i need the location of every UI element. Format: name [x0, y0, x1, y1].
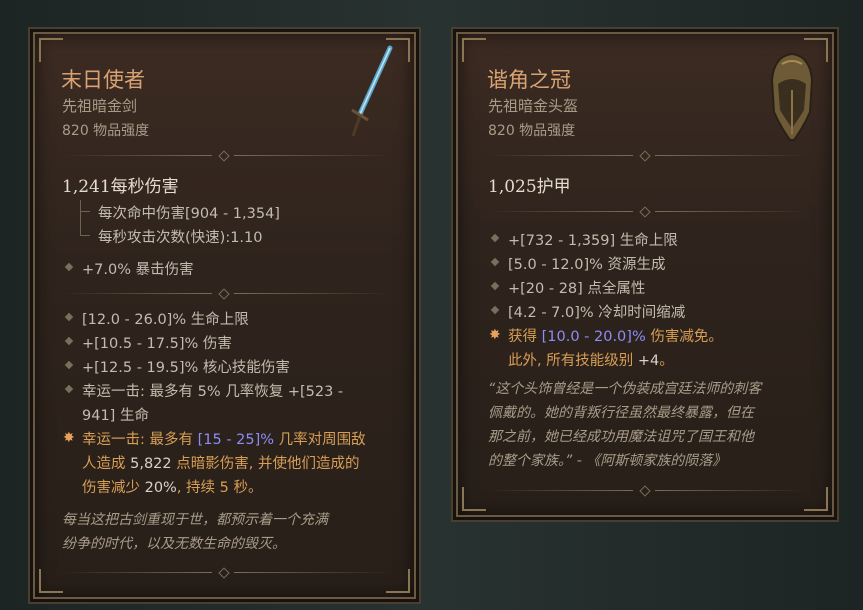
unique-power-line-2: 此外, 所有技能级别 +4。 — [508, 353, 674, 369]
affix-line: [5.0 - 12.0]% 资源生成 — [508, 257, 666, 273]
attack-speed: 每秒攻击次数(快速):1.10 — [98, 230, 263, 246]
unique-power-line-1: 获得 [10.0 - 20.0]% 伤害减免。 — [508, 329, 723, 345]
affix-line: +[10.5 - 17.5]% 伤害 — [82, 336, 232, 352]
helmet-icon — [770, 52, 814, 141]
flavor-text-line: 每当这把古剑重现于世，都预示着一个充满 — [62, 512, 328, 528]
item-power: 820 物品强度 — [488, 123, 576, 139]
unique-star-icon: ✸ — [489, 327, 501, 343]
sword-icon — [351, 45, 393, 137]
unique-power-line-3: 伤害减少 20%, 持续 5 秒。 — [82, 480, 263, 496]
flavor-text-line: 那之前，她已经成功用魔法诅咒了国王和他 — [488, 429, 754, 445]
unique-power-line-2: 人造成 5,822 点暗影伤害, 并使他们造成的 — [82, 456, 360, 472]
affix-line: +[12.5 - 19.5]% 核心技能伤害 — [82, 360, 290, 376]
section-divider — [62, 288, 392, 300]
affix-line: 幸运一击: 最多有 5% 几率恢复 +[523 - — [82, 384, 344, 400]
section-divider — [62, 150, 392, 162]
flavor-text-line: 的整个家族。” - 《阿斯顿家族的陨落》 — [488, 453, 727, 469]
item-type: 先祖暗金头盔 — [488, 97, 579, 115]
affix-line: [12.0 - 26.0]% 生命上限 — [82, 312, 249, 328]
affix-line-continued: 941] 生命 — [82, 408, 149, 424]
armor-value: 1,025护甲 — [488, 177, 571, 197]
implicit-affix: +7.0% 暴击伤害 — [82, 262, 194, 278]
unique-star-icon: ✸ — [63, 430, 75, 446]
item-name: 谐角之冠 — [487, 68, 571, 92]
flavor-text-line: “这个头饰曾经是一个伪装成宫廷法师的刺客 — [488, 381, 762, 397]
flavor-text-line: 纷争的时代，以及无数生命的毁灭。 — [62, 536, 286, 552]
damage-per-hit: 每次命中伤害[904 - 1,354] — [98, 206, 280, 222]
section-divider — [488, 206, 808, 218]
unique-power-line-1: 幸运一击: 最多有 [15 - 25]% 几率对周围敌 — [82, 432, 366, 448]
item-power: 820 物品强度 — [62, 123, 150, 139]
section-divider — [62, 567, 392, 579]
item-type: 先祖暗金剑 — [62, 97, 138, 115]
item-name: 末日使者 — [61, 68, 145, 92]
flavor-text-line: 佩戴的。她的背叛行径虽然最终暴露，但在 — [488, 405, 754, 421]
dps-value: 1,241每秒伤害 — [62, 177, 179, 197]
section-divider — [488, 485, 808, 497]
affix-line: +[732 - 1,359] 生命上限 — [508, 233, 678, 249]
affix-line: +[20 - 28] 点全属性 — [508, 281, 646, 297]
affix-line: [4.2 - 7.0]% 冷却时间缩减 — [508, 305, 686, 321]
section-divider — [488, 150, 808, 162]
